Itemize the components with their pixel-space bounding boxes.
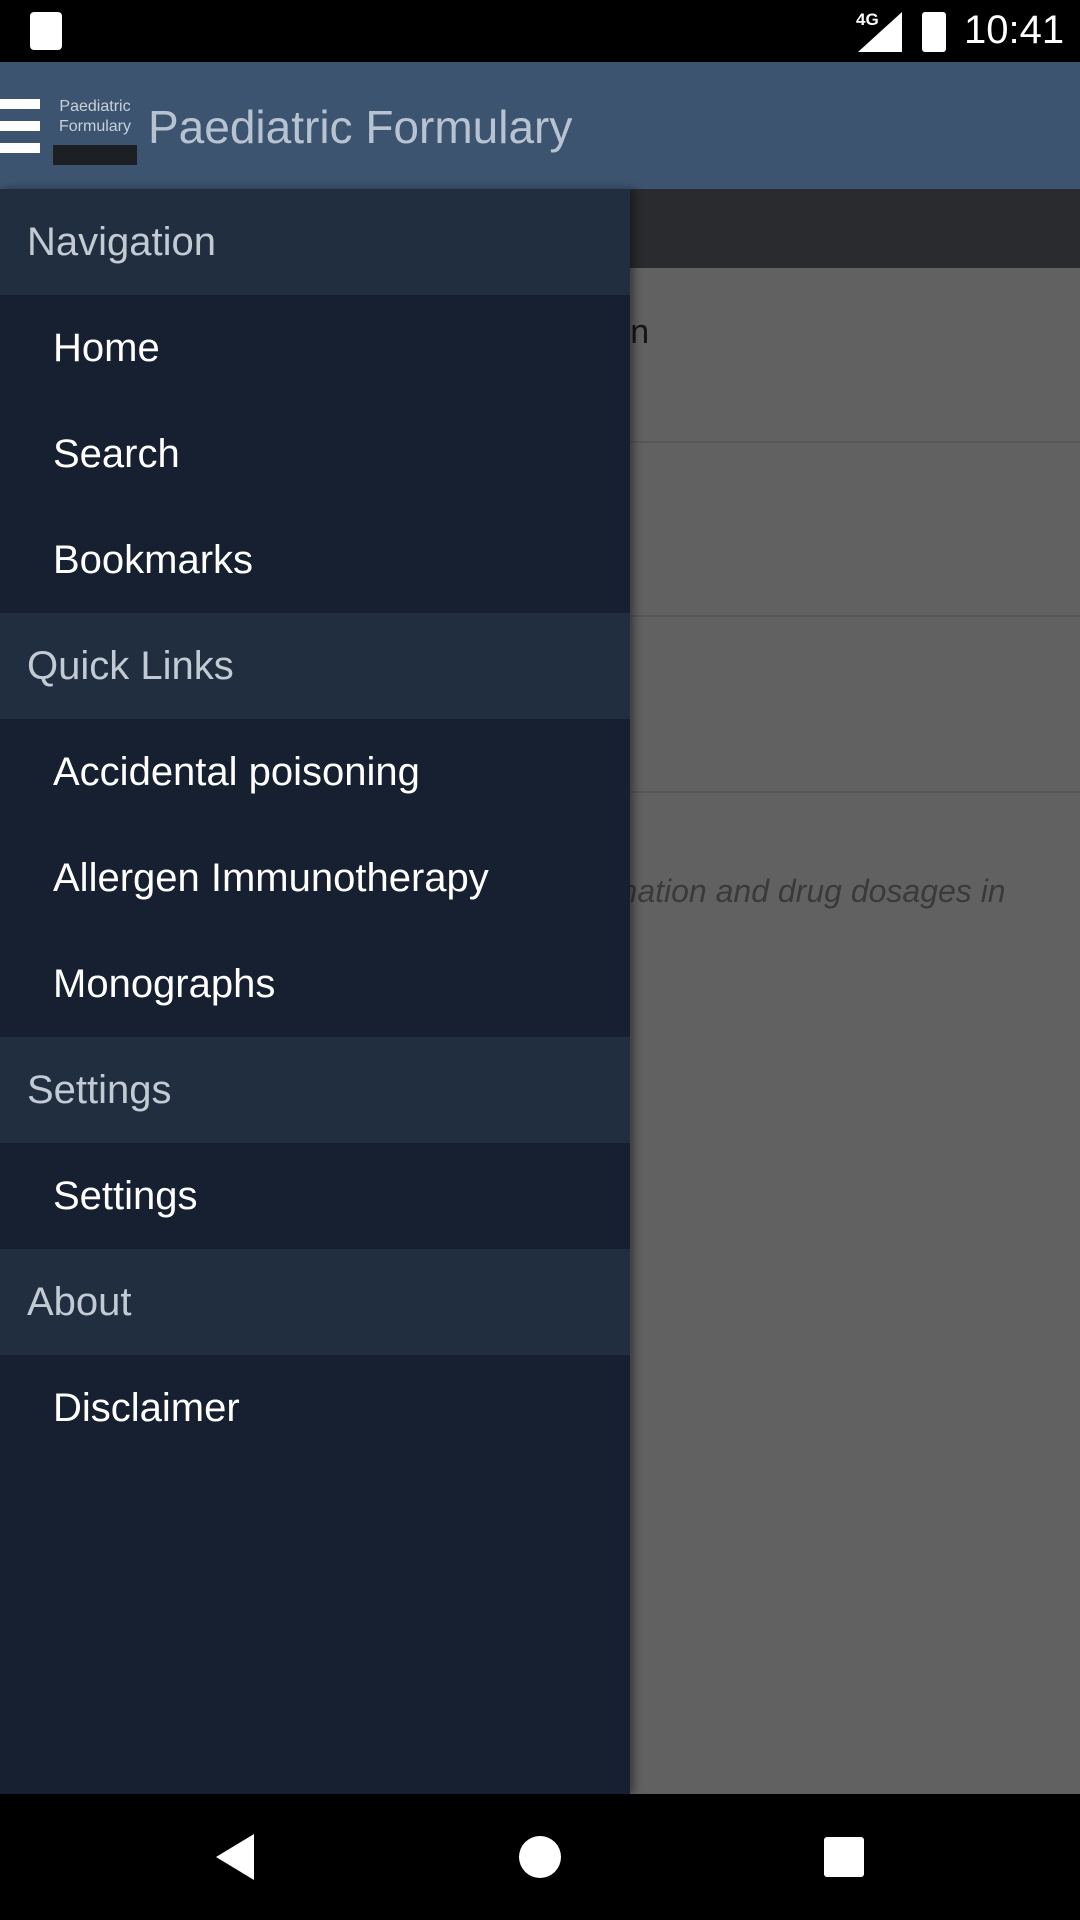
back-icon[interactable]	[216, 1834, 254, 1880]
section-header-about: About	[0, 1249, 630, 1355]
app-title: Paediatric Formulary	[148, 101, 573, 153]
navigation-drawer: Navigation Home Search Bookmarks Quick L…	[0, 189, 630, 1794]
drawer-item-allergen-immunotherapy[interactable]: Allergen Immunotherapy	[0, 825, 630, 931]
content-toolbar	[630, 189, 1080, 268]
drawer-item-bookmarks[interactable]: Bookmarks	[0, 507, 630, 613]
section-header-settings: Settings	[0, 1037, 630, 1143]
divider	[630, 791, 1080, 793]
status-bar: 4G 10:41	[0, 0, 1080, 62]
signal-icon	[858, 12, 902, 52]
section-header-quick-links: Quick Links	[0, 613, 630, 719]
sd-card-icon	[30, 12, 62, 50]
divider	[630, 615, 1080, 617]
system-navigation-bar	[0, 1794, 1080, 1920]
dimmed-main-content[interactable]: ren rmation and drug dosages in	[600, 189, 1080, 1794]
divider	[630, 441, 1080, 443]
drawer-item-settings[interactable]: Settings	[0, 1143, 630, 1249]
recent-apps-icon[interactable]	[824, 1837, 864, 1877]
app-bar: Paediatric Formulary Paediatric Formular…	[0, 62, 1080, 189]
drawer-item-monographs[interactable]: Monographs	[0, 931, 630, 1037]
app-logo: Paediatric Formulary	[53, 97, 137, 165]
content-text-fragment: rmation and drug dosages in	[600, 873, 1006, 909]
section-header-navigation: Navigation	[0, 189, 630, 295]
drawer-item-disclaimer[interactable]: Disclaimer	[0, 1355, 630, 1461]
clock: 10:41	[964, 8, 1065, 52]
drawer-item-home[interactable]: Home	[0, 295, 630, 401]
drawer-item-search[interactable]: Search	[0, 401, 630, 507]
battery-icon	[922, 12, 946, 52]
drawer-item-accidental-poisoning[interactable]: Accidental poisoning	[0, 719, 630, 825]
home-icon[interactable]	[519, 1836, 561, 1878]
hamburger-menu-icon[interactable]	[0, 99, 40, 153]
